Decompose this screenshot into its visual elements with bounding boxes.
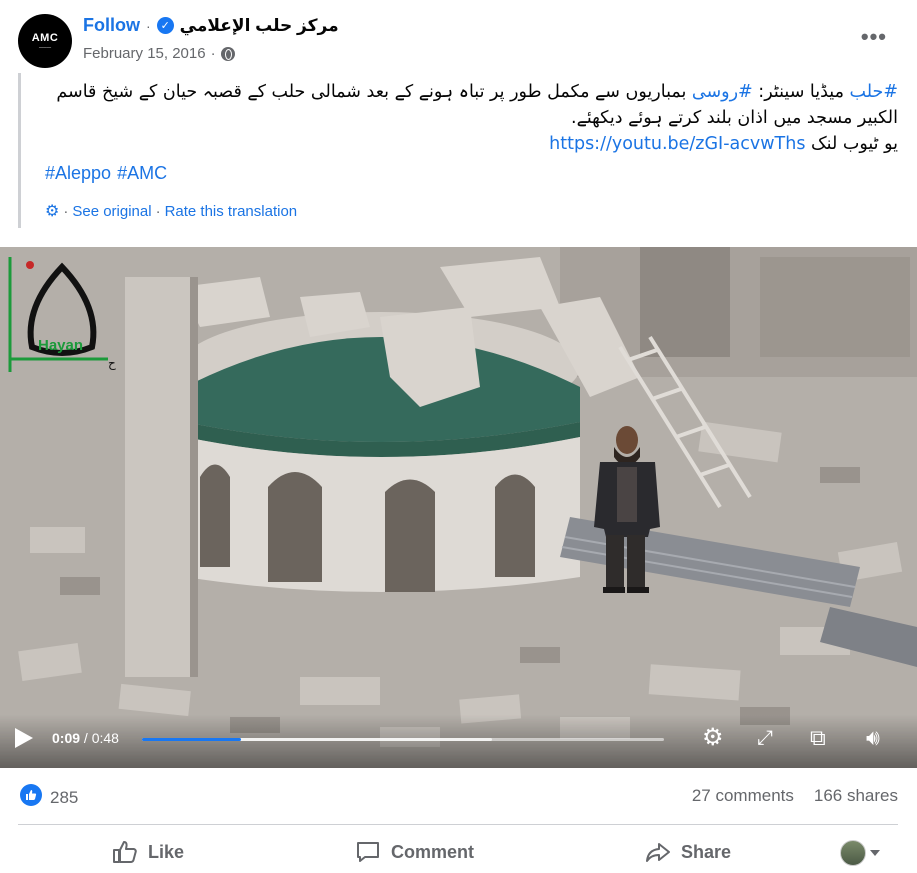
avatar-logo-text: AMC <box>31 32 59 44</box>
user-avatar <box>840 840 866 866</box>
video-player[interactable]: Hayan ح 0:09 / 0:48 ⚙ ⤢ ⧉ 🔊︎ <box>0 247 917 768</box>
play-icon[interactable] <box>15 728 33 748</box>
verified-badge-icon: ✓ <box>156 17 174 34</box>
video-progress-fill <box>142 738 242 741</box>
hashtag-aleppo-urdu[interactable]: #حلب <box>850 82 898 102</box>
avatar-logo-sub: ━━━━━ <box>38 45 52 50</box>
reaction-identity-selector[interactable] <box>840 840 880 866</box>
reaction-count[interactable]: 285 <box>50 788 78 808</box>
more-options-icon[interactable]: ••• <box>861 24 887 50</box>
video-time: 0:09 / 0:48 <box>52 730 119 746</box>
youtube-label: یو ٹیوب لنک <box>805 134 898 154</box>
post-meta: February 15, 2016 · <box>83 45 235 62</box>
post-text-part-1: میڈیا سینٹر: <box>752 82 850 102</box>
comments-count-link[interactable]: 27 comments <box>692 786 794 806</box>
total-time: / 0:48 <box>80 730 119 746</box>
picture-in-picture-icon[interactable]: ⧉ <box>810 725 826 751</box>
translation-bar: ⚙ · See original · Rate this translation <box>45 201 297 221</box>
post-header: Follow · ✓ مركز حلب الإعلامي <box>83 15 339 36</box>
translation-separator-2: · <box>155 202 161 220</box>
translation-gear-icon[interactable]: ⚙ <box>45 201 59 221</box>
follow-button[interactable]: Follow <box>83 15 140 36</box>
thumb-up-small-icon <box>26 790 37 800</box>
hashtag-aleppo[interactable]: #Aleppo <box>45 163 111 183</box>
post-date-link[interactable]: February 15, 2016 <box>83 45 206 62</box>
stats-divider <box>18 824 898 825</box>
fullscreen-icon[interactable]: ⤢ <box>757 725 773 751</box>
video-progress-bar[interactable] <box>142 738 664 741</box>
share-label: Share <box>681 841 732 862</box>
comment-button[interactable]: Comment <box>355 836 474 868</box>
settings-gear-icon[interactable]: ⚙ <box>702 725 724 751</box>
share-arrow-icon <box>646 843 670 862</box>
like-label: Like <box>148 841 185 862</box>
shares-count-link[interactable]: 166 shares <box>814 786 898 806</box>
chevron-down-icon <box>870 850 880 856</box>
hashtag-russian[interactable]: #روسی <box>692 82 753 102</box>
meta-separator: · <box>210 45 216 62</box>
header-separator: · <box>146 17 151 34</box>
page-name-link[interactable]: مركز حلب الإعلامي <box>180 16 339 36</box>
svg-text:ح: ح <box>108 356 116 370</box>
stat-links: 27 comments 166 shares <box>692 786 898 806</box>
thumb-up-icon <box>113 841 137 863</box>
page-avatar[interactable]: AMC ━━━━━ <box>18 14 72 68</box>
post-text-block: #حلب میڈیا سینٹر: #روسی بمباریوں سے مکمل… <box>18 73 898 228</box>
comment-bubble-icon <box>357 842 379 862</box>
volume-icon[interactable]: 🔊︎ <box>866 725 880 751</box>
video-frame-image: Hayan ح <box>0 247 917 768</box>
hashtag-list: #Aleppo #AMC <box>45 163 173 184</box>
video-controls: 0:09 / 0:48 ⚙ ⤢ ⧉ 🔊︎ <box>0 715 917 768</box>
rate-translation-link[interactable]: Rate this translation <box>165 203 298 220</box>
post-stats: 285 27 comments 166 shares <box>18 782 898 812</box>
watermark-text: Hayan <box>38 337 83 354</box>
comment-label: Comment <box>391 841 475 862</box>
globe-icon <box>220 46 235 61</box>
see-original-link[interactable]: See original <box>72 203 151 220</box>
translation-separator-1: · <box>63 202 69 220</box>
youtube-link[interactable]: https://youtu.be/zGI-acvwThs <box>549 134 805 154</box>
like-reaction-icon[interactable] <box>20 784 42 806</box>
share-button[interactable]: Share <box>645 836 731 868</box>
post-body-urdu: #حلب میڈیا سینٹر: #روسی بمباریوں سے مکمل… <box>38 79 898 157</box>
current-time: 0:09 <box>52 730 81 746</box>
like-button[interactable]: Like <box>112 836 184 868</box>
hashtag-amc[interactable]: #AMC <box>117 163 167 183</box>
